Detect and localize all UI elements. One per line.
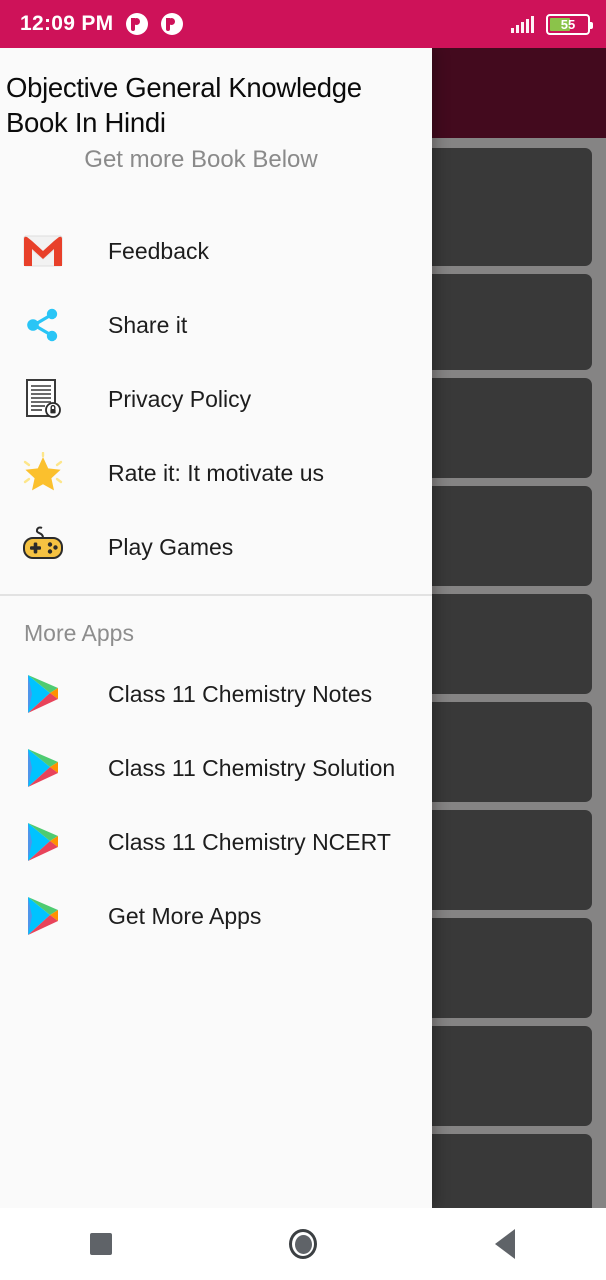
back-triangle-icon: [495, 1229, 515, 1259]
drawer-title: Objective General Knowledge Book In Hind…: [6, 72, 362, 138]
recents-square-icon: [90, 1233, 112, 1255]
gamepad-icon: [20, 524, 66, 570]
google-play-icon: [20, 893, 66, 939]
app-item-class-11-chemistry-notes[interactable]: Class 11 Chemistry Notes: [0, 657, 432, 731]
p-badge-icon: [161, 13, 184, 35]
google-play-icon: [20, 671, 66, 717]
google-play-icon: [20, 819, 66, 865]
recents-button[interactable]: [0, 1208, 202, 1280]
share-icon: [20, 302, 66, 348]
signal-bars-icon: [511, 15, 534, 33]
android-navigation-bar: [0, 1208, 606, 1280]
app-item-class-11-chemistry-solution[interactable]: Class 11 Chemistry Solution: [0, 731, 432, 805]
drawer-item-share-it[interactable]: Share it: [0, 288, 432, 362]
drawer-item-label: Privacy Policy: [108, 385, 252, 412]
p-badge-icon: [126, 13, 149, 35]
drawer-item-label: Play Games: [108, 533, 234, 560]
battery-percent-label: 55: [560, 16, 576, 32]
app-item-class-11-chemistry-ncert[interactable]: Class 11 Chemistry NCERT: [0, 805, 432, 879]
drawer-item-rate-it-it-motivate-us[interactable]: Rate it: It motivate us: [0, 436, 432, 510]
drawer-item-feedback[interactable]: Feedback: [0, 214, 432, 288]
app-item-label: Class 11 Chemistry Solution: [108, 754, 396, 781]
gmail-icon: [20, 228, 66, 274]
app-item-get-more-apps[interactable]: Get More Apps: [0, 879, 432, 953]
app-item-label: Get More Apps: [108, 902, 262, 929]
phone-screen: dge Book I... ंविधानास 12:09 PM 55 Objec…: [0, 0, 606, 1280]
star-icon: [20, 450, 66, 496]
navigation-drawer: Objective General Knowledge Book In Hind…: [0, 48, 432, 1208]
drawer-item-label: Rate it: It motivate us: [108, 459, 325, 486]
drawer-header: Objective General Knowledge Book In Hind…: [0, 48, 432, 180]
home-button[interactable]: [202, 1208, 404, 1280]
status-bar: 12:09 PM 55: [0, 0, 606, 48]
drawer-item-play-games[interactable]: Play Games: [0, 510, 432, 584]
google-play-icon: [20, 745, 66, 791]
drawer-subtitle: Get more Book Below: [84, 146, 318, 173]
home-circle-icon: [289, 1229, 317, 1259]
drawer-apps-menu: Class 11 Chemistry Notes Class 11 Chemist…: [0, 657, 432, 953]
privacy-document-icon: [20, 376, 66, 422]
back-button[interactable]: [404, 1208, 606, 1280]
drawer-item-label: Feedback: [108, 237, 210, 264]
app-item-label: Class 11 Chemistry Notes: [108, 680, 373, 707]
drawer-item-label: Share it: [108, 311, 188, 338]
app-item-label: Class 11 Chemistry NCERT: [108, 828, 391, 855]
more-apps-header: More Apps: [24, 620, 134, 646]
status-clock: 12:09 PM: [20, 12, 114, 35]
status-bar-left: 12:09 PM: [20, 12, 184, 36]
drawer-primary-menu: Feedback Share it Privacy Policy Rate it: I…: [0, 180, 432, 584]
battery-icon: 55: [546, 13, 593, 35]
drawer-item-privacy-policy[interactable]: Privacy Policy: [0, 362, 432, 436]
status-bar-right: 55: [511, 13, 593, 35]
